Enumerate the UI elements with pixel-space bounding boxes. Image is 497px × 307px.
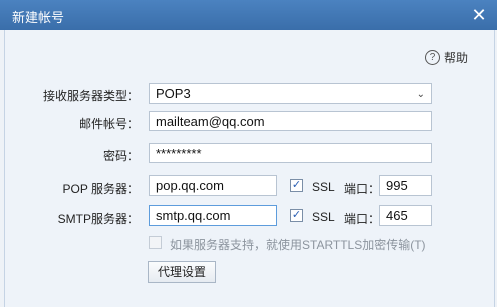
pop-port-label: 端口： (344, 182, 381, 196)
starttls-checkbox[interactable] (149, 236, 162, 249)
server-type-value: POP3 (156, 86, 191, 101)
pop-server-value: pop.qq.com (156, 178, 224, 193)
proxy-settings-button[interactable]: 代理设置 (148, 261, 216, 283)
password-label: 密码： (102, 149, 139, 163)
smtp-server-label: SMTP服务器： (57, 212, 139, 226)
pop-port-value: 995 (386, 178, 408, 193)
pop-server-label: POP 服务器： (62, 182, 139, 196)
help-link[interactable]: ? 帮助 (424, 48, 468, 66)
dialog-content: ? 帮助 接收服务器类型： POP3 ⌄ 邮件帐号： mailteam@qq.c… (4, 30, 495, 307)
smtp-port-field[interactable]: 465 (379, 205, 432, 226)
smtp-ssl-label: SSL (312, 210, 335, 224)
smtp-ssl-checkbox[interactable]: ✓ (290, 209, 303, 222)
account-label: 邮件帐号： (78, 117, 139, 131)
chevron-down-icon: ⌄ (416, 89, 425, 100)
checkmark-icon: ✓ (291, 209, 302, 221)
title-bar[interactable]: 新建帐号 ✕ (0, 0, 497, 30)
checkmark-icon: ✓ (291, 179, 302, 191)
server-type-label: 接收服务器类型： (42, 89, 139, 103)
help-circle-icon: ? (424, 49, 440, 65)
smtp-port-label: 端口： (344, 212, 381, 226)
new-account-dialog: 新建帐号 ✕ ? 帮助 接收服务器类型： POP3 ⌄ 邮件帐号： mailte… (0, 0, 497, 307)
server-type-select[interactable]: POP3 ⌄ (149, 83, 432, 104)
password-value: ********* (156, 146, 202, 161)
account-value: mailteam@qq.com (156, 114, 265, 129)
smtp-server-value: smtp.qq.com (156, 208, 231, 223)
smtp-port-value: 465 (386, 208, 408, 223)
help-label: 帮助 (443, 50, 468, 65)
password-field[interactable]: ********* (149, 143, 432, 163)
account-field[interactable]: mailteam@qq.com (149, 111, 432, 131)
dialog-title: 新建帐号 (12, 10, 65, 25)
close-icon[interactable]: ✕ (469, 5, 489, 25)
pop-server-field[interactable]: pop.qq.com (149, 175, 277, 196)
pop-port-field[interactable]: 995 (379, 175, 432, 196)
smtp-server-field[interactable]: smtp.qq.com (149, 205, 277, 226)
pop-ssl-label: SSL (312, 180, 335, 194)
starttls-label: 如果服务器支持，就使用STARTTLS加密传输(T) (170, 238, 426, 252)
pop-ssl-checkbox[interactable]: ✓ (290, 179, 303, 192)
